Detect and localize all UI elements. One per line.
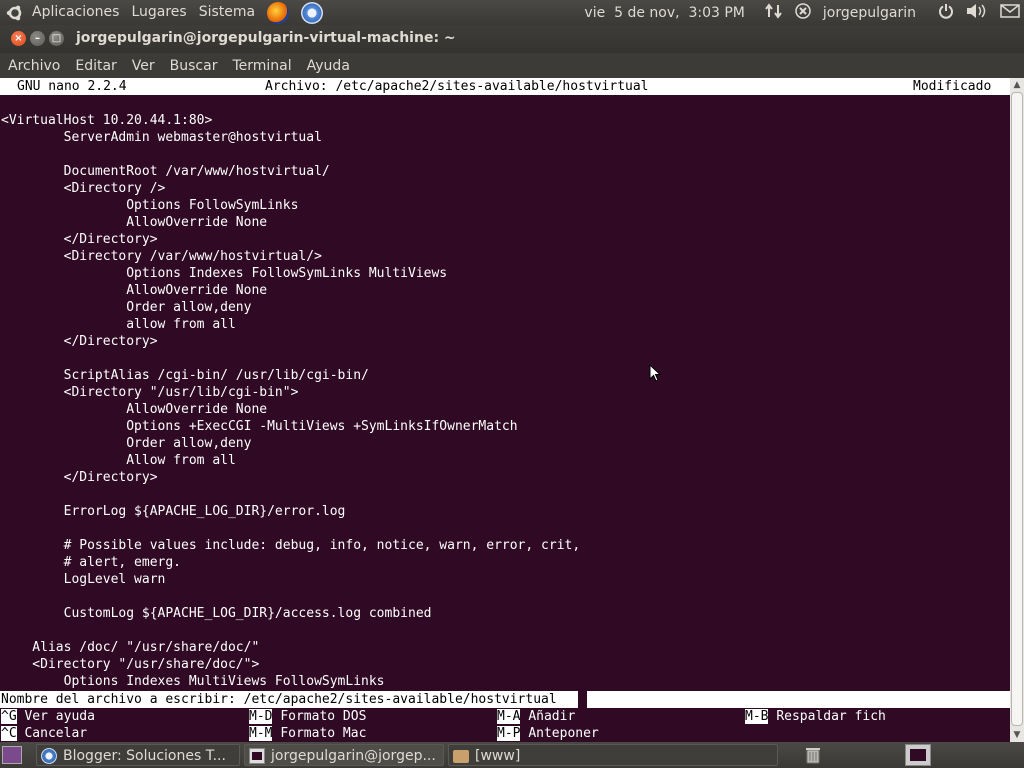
maximize-icon: □: [51, 33, 62, 44]
code-line[interactable]: AllowOverride None: [1, 401, 267, 418]
taskbar-label: jorgepulgarin@jorgep...: [271, 748, 436, 764]
maximize-button[interactable]: □: [49, 31, 64, 46]
code-line[interactable]: <Directory />: [1, 180, 166, 197]
taskbar-item-www-folder[interactable]: [www]: [448, 744, 778, 766]
top-panel: Aplicaciones Lugares Sistema vie 5 de no…: [0, 0, 1024, 25]
code-line[interactable]: Options FollowSymLinks: [1, 197, 298, 214]
terminal-icon: [249, 748, 265, 764]
menu-buscar[interactable]: Buscar: [162, 58, 225, 74]
nano-header: GNU nano 2.2.4 Archivo: /etc/apache2/sit…: [0, 78, 1010, 95]
terminal-area[interactable]: GNU nano 2.2.4 Archivo: /etc/apache2/sit…: [0, 78, 1010, 742]
nano-modified-status: Modificado: [913, 79, 992, 94]
close-button[interactable]: ×: [11, 31, 26, 46]
shortcut-ver-ayuda[interactable]: ^G Ver ayuda: [1, 708, 95, 725]
bottom-panel: Blogger: Soluciones T... jorgepulgarin@j…: [0, 742, 1024, 768]
close-icon: ×: [14, 33, 23, 44]
menu-terminal[interactable]: Terminal: [224, 58, 298, 74]
clock[interactable]: vie 5 de nov, 3:03 PM: [584, 5, 744, 21]
minimize-button[interactable]: –: [30, 31, 45, 46]
shortcut-formato-mac[interactable]: M-M Formato Mac: [249, 725, 366, 742]
chromium-icon: [41, 748, 57, 764]
code-line[interactable]: # alert, emerg.: [1, 554, 181, 571]
code-line[interactable]: ScriptAlias /cgi-bin/ /usr/lib/cgi-bin/: [1, 367, 369, 384]
code-line[interactable]: DocumentRoot /var/www/hostvirtual/: [1, 163, 330, 180]
taskbar-item-terminal[interactable]: jorgepulgarin@jorgep...: [244, 744, 444, 766]
prompt-text[interactable]: Nombre del archivo a escribir: /etc/apac…: [1, 691, 565, 708]
code-line[interactable]: AllowOverride None: [1, 214, 267, 231]
taskbar-label: Blogger: Soluciones T...: [63, 748, 226, 764]
shortcut-respaldar[interactable]: M-B Respaldar fich: [745, 708, 886, 725]
trash-icon[interactable]: [804, 746, 822, 764]
menu-sistema[interactable]: Sistema: [193, 0, 261, 25]
menu-archivo[interactable]: Archivo: [0, 58, 67, 74]
shortcut-formato-dos[interactable]: M-D Formato DOS: [249, 708, 366, 725]
workspace-switcher[interactable]: [905, 744, 931, 766]
scroll-thumb[interactable]: [1011, 92, 1023, 726]
code-line[interactable]: Options Indexes MultiViews FollowSymLink…: [1, 673, 385, 690]
code-line[interactable]: </Directory>: [1, 333, 158, 350]
code-line[interactable]: <Directory /var/www/hostvirtual/>: [1, 248, 322, 265]
minimize-icon: –: [35, 33, 40, 44]
menu-lugares[interactable]: Lugares: [125, 0, 192, 25]
scroll-up-arrow-icon[interactable]: ▲: [1010, 78, 1024, 92]
window-title: jorgepulgarin@jorgepulgarin-virtual-mach…: [76, 30, 456, 46]
network-icon[interactable]: [765, 2, 783, 23]
code-line[interactable]: CustomLog ${APACHE_LOG_DIR}/access.log c…: [1, 605, 432, 622]
code-line[interactable]: Options +ExecCGI -MultiViews +SymLinksIf…: [1, 418, 517, 435]
nano-version: GNU nano 2.2.4: [17, 79, 127, 94]
code-line[interactable]: allow from all: [1, 316, 236, 333]
code-line[interactable]: ServerAdmin webmaster@hostvirtual: [1, 129, 322, 146]
terminal-scrollbar[interactable]: ▲ ▼: [1010, 78, 1024, 742]
code-line[interactable]: <VirtualHost 10.20.44.1:80>: [1, 112, 212, 129]
power-icon[interactable]: [938, 3, 954, 23]
window-titlebar[interactable]: × – □ jorgepulgarin@jorgepulgarin-virtua…: [0, 25, 1024, 53]
shortcut-anteponer[interactable]: M-P Anteponer: [497, 725, 599, 742]
volume-icon[interactable]: [966, 3, 988, 23]
taskbar-item-blogger[interactable]: Blogger: Soluciones T...: [36, 744, 240, 766]
save-filename-prompt[interactable]: Nombre del archivo a escribir: /etc/apac…: [0, 691, 1010, 708]
shortcut-anadir[interactable]: M-A Añadir: [497, 708, 575, 725]
taskbar-label: [www]: [475, 748, 521, 764]
firefox-icon[interactable]: [267, 1, 290, 24]
code-line[interactable]: Alias /doc/ "/usr/share/doc/": [1, 639, 259, 656]
username-label[interactable]: jorgepulgarin: [823, 5, 916, 21]
code-line[interactable]: Order allow,deny: [1, 299, 251, 316]
code-line[interactable]: LogLevel warn: [1, 571, 166, 588]
menu-ayuda[interactable]: Ayuda: [299, 58, 357, 74]
nano-filename: Archivo: /etc/apache2/sites-available/ho…: [265, 79, 649, 94]
show-desktop-icon[interactable]: [2, 746, 22, 764]
code-line[interactable]: <Directory "/usr/share/doc/">: [1, 656, 259, 673]
code-line[interactable]: # Possible values include: debug, info, …: [1, 537, 581, 554]
chromium-icon[interactable]: [301, 1, 324, 24]
code-line[interactable]: Order allow,deny: [1, 435, 251, 452]
code-line[interactable]: <Directory "/usr/lib/cgi-bin">: [1, 384, 299, 401]
menu-ver[interactable]: Ver: [124, 58, 162, 74]
code-line[interactable]: </Directory>: [1, 469, 158, 486]
ubuntu-logo-icon[interactable]: [6, 4, 24, 22]
code-line[interactable]: Allow from all: [1, 452, 236, 469]
mail-icon[interactable]: [1000, 3, 1020, 22]
text-cursor: [578, 691, 587, 708]
menu-editar[interactable]: Editar: [67, 58, 123, 74]
code-line[interactable]: </Directory>: [1, 231, 158, 248]
me-menu-icon[interactable]: [795, 2, 811, 23]
scroll-down-arrow-icon[interactable]: ▼: [1010, 728, 1024, 742]
code-line[interactable]: ErrorLog ${APACHE_LOG_DIR}/error.log: [1, 503, 346, 520]
code-line[interactable]: Options Indexes FollowSymLinks MultiView…: [1, 265, 447, 282]
code-line[interactable]: AllowOverride None: [1, 282, 267, 299]
folder-icon: [453, 750, 469, 763]
menu-aplicaciones[interactable]: Aplicaciones: [26, 0, 125, 25]
shortcut-cancelar[interactable]: ^C Cancelar: [1, 725, 87, 742]
terminal-menubar: Archivo Editar Ver Buscar Terminal Ayuda: [0, 53, 1024, 78]
mouse-pointer-icon: [649, 364, 661, 382]
